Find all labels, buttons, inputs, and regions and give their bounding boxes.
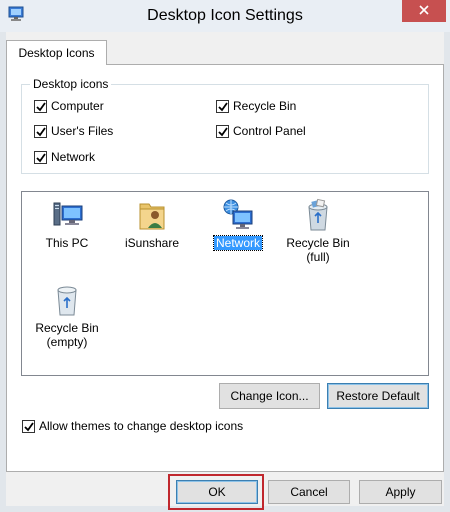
title-bar[interactable]: Desktop Icon Settings — [0, 0, 450, 32]
checkbox-box[interactable] — [34, 150, 47, 164]
apply-button[interactable]: Apply — [359, 480, 442, 504]
list-item-this-pc[interactable]: This PC — [27, 198, 107, 250]
checkbox-control-panel[interactable]: Control Panel — [216, 123, 306, 139]
checkbox-label: Recycle Bin — [233, 99, 297, 113]
cancel-button[interactable]: Cancel — [268, 480, 350, 504]
checkbox-recycle-bin[interactable]: Recycle Bin — [216, 98, 296, 114]
checkbox-label: Control Panel — [233, 124, 306, 138]
list-item-recycle-bin-empty[interactable]: Recycle Bin (empty) — [27, 283, 107, 349]
close-button[interactable] — [402, 0, 446, 22]
list-item-isunshare[interactable]: iSunshare — [112, 198, 192, 250]
list-item-label: iSunshare — [124, 236, 180, 250]
list-item-label: Recycle Bin (empty) — [35, 321, 99, 349]
icon-list-view[interactable]: This PC iSunshare Network Recycle Bin (f… — [21, 191, 429, 376]
check-icon — [24, 421, 34, 431]
list-item-label: Recycle Bin (full) — [286, 236, 350, 264]
checkbox-label: User's Files — [51, 124, 114, 138]
checkbox-network[interactable]: Network — [34, 149, 95, 165]
checkbox-label: Allow themes to change desktop icons — [39, 419, 244, 433]
checkbox-computer[interactable]: Computer — [34, 98, 104, 114]
check-icon — [36, 152, 46, 162]
user-folder-icon — [135, 198, 169, 232]
check-icon — [218, 126, 228, 136]
check-icon — [36, 126, 46, 136]
recycle-bin-empty-icon — [50, 283, 84, 317]
checkbox-box[interactable] — [34, 124, 47, 138]
checkbox-label: Network — [51, 150, 96, 164]
recycle-bin-full-icon — [301, 198, 335, 232]
checkbox-box[interactable] — [34, 99, 47, 113]
desktop-icons-legend: Desktop icons — [30, 76, 112, 92]
restore-default-button[interactable]: Restore Default — [327, 383, 429, 409]
checkbox-users-files[interactable]: User's Files — [34, 123, 113, 139]
list-item-label: This PC — [45, 236, 89, 250]
list-item-network[interactable]: Network — [198, 198, 278, 251]
close-icon — [419, 4, 429, 18]
checkbox-box[interactable] — [216, 99, 229, 113]
list-item-recycle-bin-full[interactable]: Recycle Bin (full) — [278, 198, 358, 264]
this-pc-icon — [50, 198, 84, 232]
checkbox-box[interactable] — [22, 419, 35, 433]
check-icon — [218, 101, 228, 111]
network-icon — [221, 198, 255, 232]
tab-desktop-icons[interactable]: Desktop Icons — [6, 40, 107, 65]
checkbox-allow-themes[interactable]: Allow themes to change desktop icons — [22, 418, 243, 434]
checkbox-label: Computer — [51, 99, 104, 113]
checkbox-box[interactable] — [216, 124, 229, 138]
ok-highlight-box — [168, 474, 264, 510]
check-icon — [36, 101, 46, 111]
window-title: Desktop Icon Settings — [147, 7, 303, 24]
list-item-label: Network — [212, 235, 264, 251]
dialog-window: Desktop Icon Settings Desktop Icons Desk… — [0, 0, 450, 512]
change-icon-button[interactable]: Change Icon... — [219, 383, 320, 409]
